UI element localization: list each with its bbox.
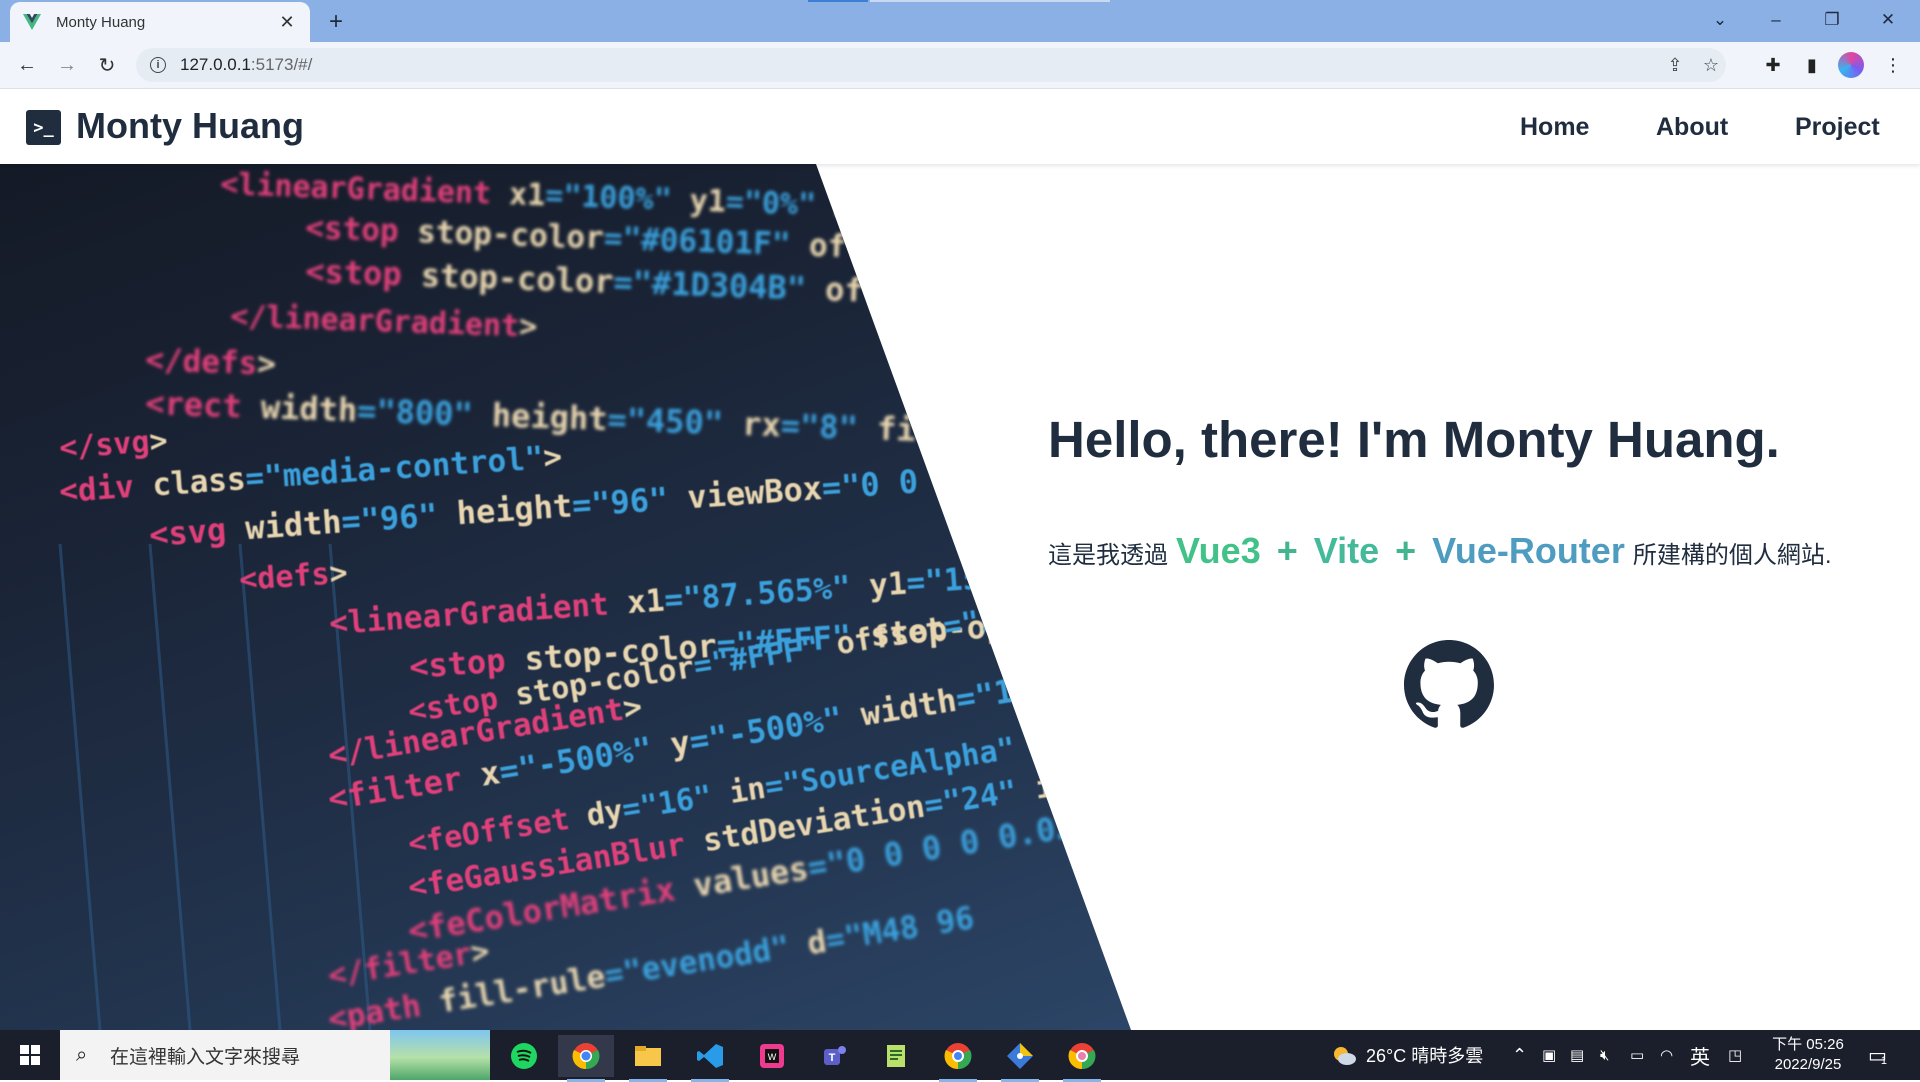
address-bar[interactable]: i 127.0.0.1:5173/#/ ⇪ ☆: [136, 48, 1726, 82]
clock-time: 下午 05:26: [1772, 1036, 1844, 1053]
meet-now-icon[interactable]: ▣: [1542, 1030, 1556, 1080]
svg-text:W: W: [768, 1052, 777, 1062]
side-panel-icon[interactable]: ▮: [1797, 50, 1827, 80]
tech-vite: Vite: [1313, 530, 1380, 571]
svg-text:T: T: [829, 1052, 836, 1064]
clock-date: 2022/9/25: [1774, 1056, 1842, 1073]
volume-muted-icon[interactable]: 🔇︎: [1600, 1030, 1609, 1080]
browser-tab[interactable]: Monty Huang ✕: [10, 2, 310, 42]
browser-tab-strip: Monty Huang ✕ + ⌄ – ❐ ✕: [0, 0, 1920, 42]
notification-center-icon[interactable]: ▭ 1: [1868, 1030, 1887, 1080]
search-highlight-image: [390, 1030, 490, 1080]
forward-arrow-icon[interactable]: →: [52, 50, 82, 80]
notification-count: 1: [1880, 1055, 1888, 1067]
weather-text: 26°C 晴時多雲: [1366, 1046, 1484, 1066]
notepad-icon[interactable]: [868, 1035, 924, 1077]
new-tab-button[interactable]: +: [322, 8, 350, 36]
search-icon: ⌕: [76, 1043, 88, 1066]
battery-icon[interactable]: ▭: [1630, 1030, 1644, 1080]
hero-greeting: Hello, there! I'm Monty Huang.: [1048, 411, 1780, 468]
nav-about[interactable]: About: [1656, 113, 1728, 142]
taskbar-search-box[interactable]: ⌕ 在這裡輸入文字來搜尋: [60, 1030, 490, 1080]
site-title[interactable]: Monty Huang: [76, 105, 304, 147]
ime-indicator[interactable]: 英: [1690, 1030, 1710, 1080]
site-header: >_ Monty Huang Home About Project: [0, 89, 1920, 164]
tab-search-chevron-icon[interactable]: ⌄: [1692, 0, 1748, 40]
tech-plus-1: +: [1276, 530, 1298, 571]
chrome-profile-3-icon[interactable]: [1054, 1035, 1110, 1082]
hero-code-image: <linearGradient x1="100%" y1="0%" x2 <sto…: [0, 164, 1131, 1030]
window-close-icon[interactable]: ✕: [1860, 0, 1916, 40]
tab-strip-accent-2: [870, 0, 1110, 2]
device-icon[interactable]: ▤: [1570, 1030, 1584, 1080]
indent-guide: [58, 543, 102, 1030]
vscode-icon[interactable]: [682, 1035, 738, 1082]
windows-start-icon[interactable]: [0, 1030, 60, 1080]
git-tool-icon[interactable]: [992, 1035, 1048, 1082]
tech-plus-2: +: [1395, 530, 1417, 571]
intro-prefix: 這是我透過: [1048, 542, 1168, 569]
tab-title: Monty Huang: [56, 13, 146, 31]
site-info-icon[interactable]: i: [150, 57, 166, 73]
browser-menu-icon[interactable]: ⋮: [1878, 50, 1908, 80]
nav-project[interactable]: Project: [1795, 113, 1880, 142]
tab-close-icon[interactable]: ✕: [276, 12, 298, 33]
indent-guide: [148, 543, 192, 1030]
chrome-icon[interactable]: [558, 1035, 614, 1082]
wifi-icon[interactable]: ◠: [1660, 1030, 1673, 1080]
hero-intro: 這是我透過 Vue3 + Vite + Vue-Router 所建構的個人網站.: [1048, 530, 1832, 572]
extensions-puzzle-icon[interactable]: ✚: [1758, 50, 1788, 80]
url-text[interactable]: 127.0.0.1:5173/#/: [180, 55, 312, 75]
share-icon[interactable]: ⇪: [1662, 52, 1688, 78]
code-image-svg: <linearGradient x1="100%" y1="0%" x2<sto…: [58, 167, 1131, 1030]
browser-toolbar: ← → ↻ i 127.0.0.1:5173/#/ ⇪ ☆ ✚ ▮ ⋮: [0, 42, 1920, 89]
ime-mode-icon[interactable]: ◳: [1728, 1030, 1742, 1080]
bookmark-star-icon[interactable]: ☆: [1698, 52, 1724, 78]
back-arrow-icon[interactable]: ←: [12, 50, 42, 80]
chrome-profile-2-icon[interactable]: [930, 1035, 986, 1082]
tech-vue-router: Vue-Router: [1432, 530, 1625, 571]
code-line: </svg>: [58, 424, 169, 466]
reload-icon[interactable]: ↻: [92, 50, 122, 80]
windows-taskbar: ⌕ 在這裡輸入文字來搜尋 W T 26°C 晴時多雲 ⌃ ▣ ▤ 🔇︎ ▭ ◠ …: [0, 1030, 1920, 1082]
weather-sun-cloud-icon: [1334, 1047, 1356, 1065]
teams-icon[interactable]: T: [806, 1035, 862, 1077]
code-line: </linearGradient>: [230, 299, 538, 345]
code-line: <defs>: [238, 556, 349, 598]
restore-icon[interactable]: ❐: [1804, 0, 1860, 40]
webstorm-icon[interactable]: W: [744, 1035, 800, 1077]
tech-vue3: Vue3: [1176, 530, 1261, 571]
terminal-logo-icon[interactable]: >_: [26, 110, 61, 145]
intro-suffix: 所建構的個人網站.: [1632, 542, 1832, 569]
tab-strip-accent: [808, 0, 868, 2]
search-placeholder: 在這裡輸入文字來搜尋: [110, 1046, 301, 1068]
taskbar-clock[interactable]: 下午 05:26 2022/9/25: [1756, 1035, 1860, 1075]
nav-home[interactable]: Home: [1520, 113, 1589, 142]
code-line: </defs>: [145, 342, 277, 383]
profile-avatar[interactable]: [1838, 52, 1864, 78]
file-explorer-icon[interactable]: [620, 1035, 676, 1082]
weather-widget[interactable]: 26°C 晴時多雲: [1330, 1030, 1483, 1080]
indent-guide: [238, 543, 282, 1030]
vue-favicon-icon: [22, 12, 42, 32]
github-icon[interactable]: [1404, 640, 1494, 730]
spotify-icon[interactable]: [496, 1035, 552, 1077]
minimize-icon[interactable]: –: [1748, 0, 1804, 40]
tray-overflow-chevron-icon[interactable]: ⌃: [1512, 1030, 1527, 1080]
